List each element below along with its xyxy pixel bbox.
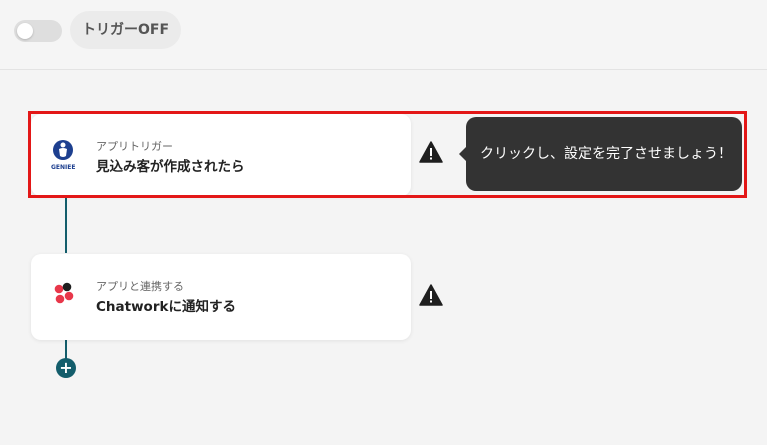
step-type-label: アプリと連携する: [96, 280, 184, 293]
toggle-knob: [17, 23, 33, 39]
step-type-label: アプリトリガー: [96, 140, 173, 153]
tooltip-text: クリックし、設定を完了させましょう！: [480, 146, 732, 162]
genie-logo-icon: GENIEE: [51, 139, 79, 171]
plus-icon: +: [59, 358, 73, 377]
tooltip-arrow: [459, 147, 466, 161]
chatwork-logo-icon: [51, 279, 79, 311]
warning-icon[interactable]: [419, 141, 443, 163]
svg-text:GENIEE: GENIEE: [51, 164, 75, 171]
warning-icon[interactable]: [419, 284, 443, 306]
setup-tooltip: クリックし、設定を完了させましょう！: [459, 117, 742, 191]
flow-connector-2: [65, 339, 67, 359]
trigger-status-label: トリガーOFF: [70, 11, 182, 49]
action-step-card[interactable]: アプリと連携する Chatworkに通知する: [31, 254, 411, 340]
add-step-button[interactable]: +: [56, 358, 76, 378]
step-title: 見込み客が作成されたら: [96, 159, 245, 175]
top-bar: トリガーOFF: [0, 0, 767, 70]
flow-connector-1: [65, 197, 67, 253]
trigger-toggle[interactable]: [14, 20, 62, 42]
step-title: Chatworkに通知する: [96, 299, 236, 315]
trigger-step-card[interactable]: GENIEE アプリトリガー 見込み客が作成されたら: [31, 114, 411, 196]
